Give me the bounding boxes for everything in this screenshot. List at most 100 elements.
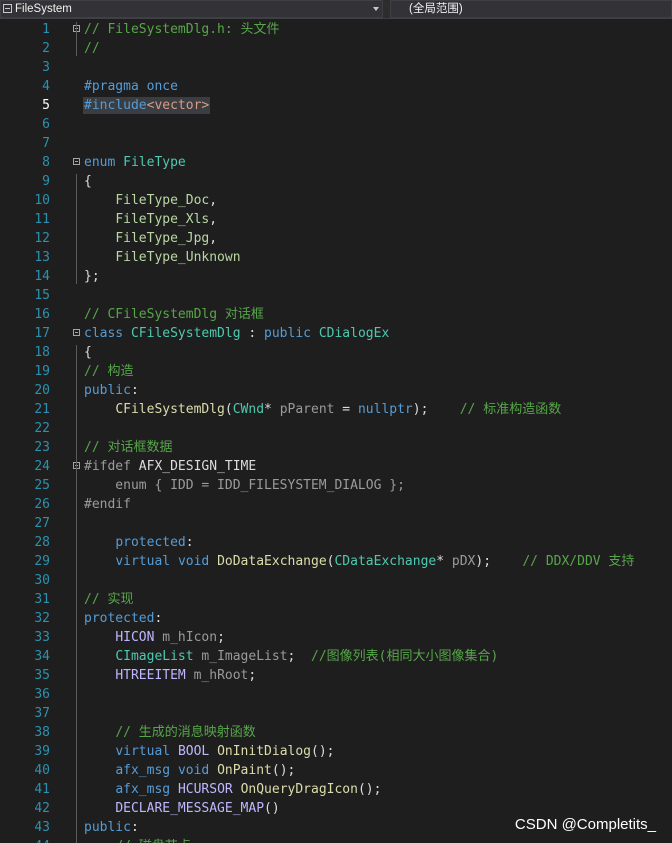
code-line[interactable]: 8 enum FileType [0,153,672,172]
code-token: enum { IDD = IDD_FILESYSTEM_DIALOG }; [84,478,405,493]
watermark: CSDN @Completits_ [514,816,656,833]
code-line[interactable]: 26 #endif [0,495,672,514]
code-text: // CFileSystemDlg 对话框 [84,305,264,324]
code-token: pParent [279,402,335,417]
code-line[interactable]: 34 CImageList m_ImageList; //图像列表(相同大小图像… [0,647,672,666]
code-token: * [436,554,452,569]
code-token: AFX_DESIGN_TIME [130,459,257,474]
fold-guide [76,478,77,512]
code-token: protected [115,535,186,550]
chevron-down-icon[interactable] [373,7,379,11]
line-number: 27 [34,516,50,531]
member-scope-dropdown[interactable]: (全局范围) [390,0,672,18]
code-editor[interactable]: 1// FileSystemDlg.h: 头文件 2//3 4 #pragma onc… [0,19,672,843]
code-line[interactable]: 39 virtual BOOL OnInitDialog(); [0,742,672,761]
code-text: { [84,172,92,191]
code-line[interactable]: 9{ [0,172,672,191]
code-token: enum [84,155,116,170]
code-token: FileType_Doc [115,193,210,208]
code-line[interactable]: 44 // 磁盘节点 [0,837,672,843]
code-token: CWnd [232,402,265,417]
collapse-icon[interactable] [73,158,80,165]
code-line[interactable]: 24 #ifdef AFX_DESIGN_TIME [0,457,672,476]
code-line[interactable]: 18 { [0,343,672,362]
code-line[interactable]: 12 FileType_Jpg, [0,229,672,248]
code-line[interactable]: 27 [0,514,672,533]
code-line[interactable]: 11 FileType_Xls, [0,210,672,229]
code-text: protected: [84,609,162,628]
code-token: // 生成的消息映射函数 [115,725,256,740]
code-token: CImageList [115,649,194,664]
code-token: class [84,326,124,341]
project-scope-dropdown[interactable]: FileSystem [0,0,383,18]
code-text: #include<vector> [84,96,209,115]
line-number: 24 [34,459,50,474]
code-line[interactable]: 38 // 生成的消息映射函数 [0,723,672,742]
code-token: DoDataExchange [217,554,327,569]
code-line[interactable]: 20 public: [0,381,672,400]
code-line[interactable]: 2 // [0,39,672,58]
fold-guide [76,345,77,843]
line-number: 13 [34,250,50,265]
code-token: = [334,402,358,417]
code-token: FileType_Unknown [115,250,241,265]
code-line[interactable]: 29 virtual void DoDataExchange(CDataExch… [0,552,672,571]
line-number: 44 [0,837,50,843]
code-line[interactable]: 23 // 对话框数据 [0,438,672,457]
code-line[interactable]: 35 HTREEITEM m_hRoot; [0,666,672,685]
code-text: // 构造 [84,362,133,381]
code-text: virtual void DoDataExchange(CDataExchang… [84,552,634,571]
code-line[interactable]: 10 FileType_Doc, [0,191,672,210]
code-line[interactable]: 4 #pragma once [0,77,672,96]
line-number: 43 [34,820,50,835]
code-line[interactable]: 33 HICON m_hIcon; [0,628,672,647]
code-line[interactable]: 17 class CFileSystemDlg : public CDialogE… [0,324,672,343]
collapse-icon[interactable] [73,329,80,336]
code-line[interactable]: 40 afx_msg void OnPaint(); [0,761,672,780]
line-number: 42 [34,801,50,816]
code-line[interactable]: 7 [0,134,672,153]
code-line[interactable]: 32 protected: [0,609,672,628]
code-line[interactable]: 19 // 构造 [0,362,672,381]
code-token: // 构造 [84,364,134,379]
code-token: (); [271,763,296,778]
code-line[interactable]: 30 [0,571,672,590]
member-scope-label: (全局范围) [409,3,463,15]
code-line[interactable]: 1 // FileSystemDlg.h: 头文件 [0,20,672,39]
code-token: CDialogEx [318,326,390,341]
line-number: 11 [34,212,50,227]
code-line[interactable]: 13 FileType_Unknown [0,248,672,267]
code-line[interactable]: 31 // 实现 [0,590,672,609]
line-number: 39 [34,744,50,759]
code-line[interactable]: 22 [0,419,672,438]
code-line[interactable]: 21 CFileSystemDlg(CWnd* pParent = nullpt… [0,400,672,419]
code-line[interactable]: 16 // CFileSystemDlg 对话框 [0,305,672,324]
code-token: m_ImageList [201,649,288,664]
code-line[interactable]: 6 [0,115,672,134]
code-token: #pragma [84,79,139,94]
code-line[interactable]: 28 protected: [0,533,672,552]
code-text: protected: [84,533,193,552]
code-token: : [240,326,265,341]
code-line[interactable]: 15 [0,286,672,305]
line-number: 17 [34,326,50,341]
line-number: 40 [34,763,50,778]
code-token: // 实现 [84,592,134,607]
code-line[interactable]: 3 [0,58,672,77]
code-line[interactable]: 37 [0,704,672,723]
code-line[interactable]: 5 #include<vector> [0,96,672,115]
code-token: #include [84,98,147,113]
code-token: // CFileSystemDlg 对话框 [84,307,264,322]
code-line[interactable]: 36 [0,685,672,704]
code-line[interactable]: 25 enum { IDD = IDD_FILESYSTEM_DIALOG }; [0,476,672,495]
code-token: // [84,41,100,56]
code-line[interactable]: 41 afx_msg HCURSOR OnQueryDragIcon(); [0,780,672,799]
code-line[interactable]: 14}; [0,267,672,286]
code-text: virtual BOOL OnInitDialog(); [84,742,334,761]
code-token: afx_msg [115,782,171,797]
